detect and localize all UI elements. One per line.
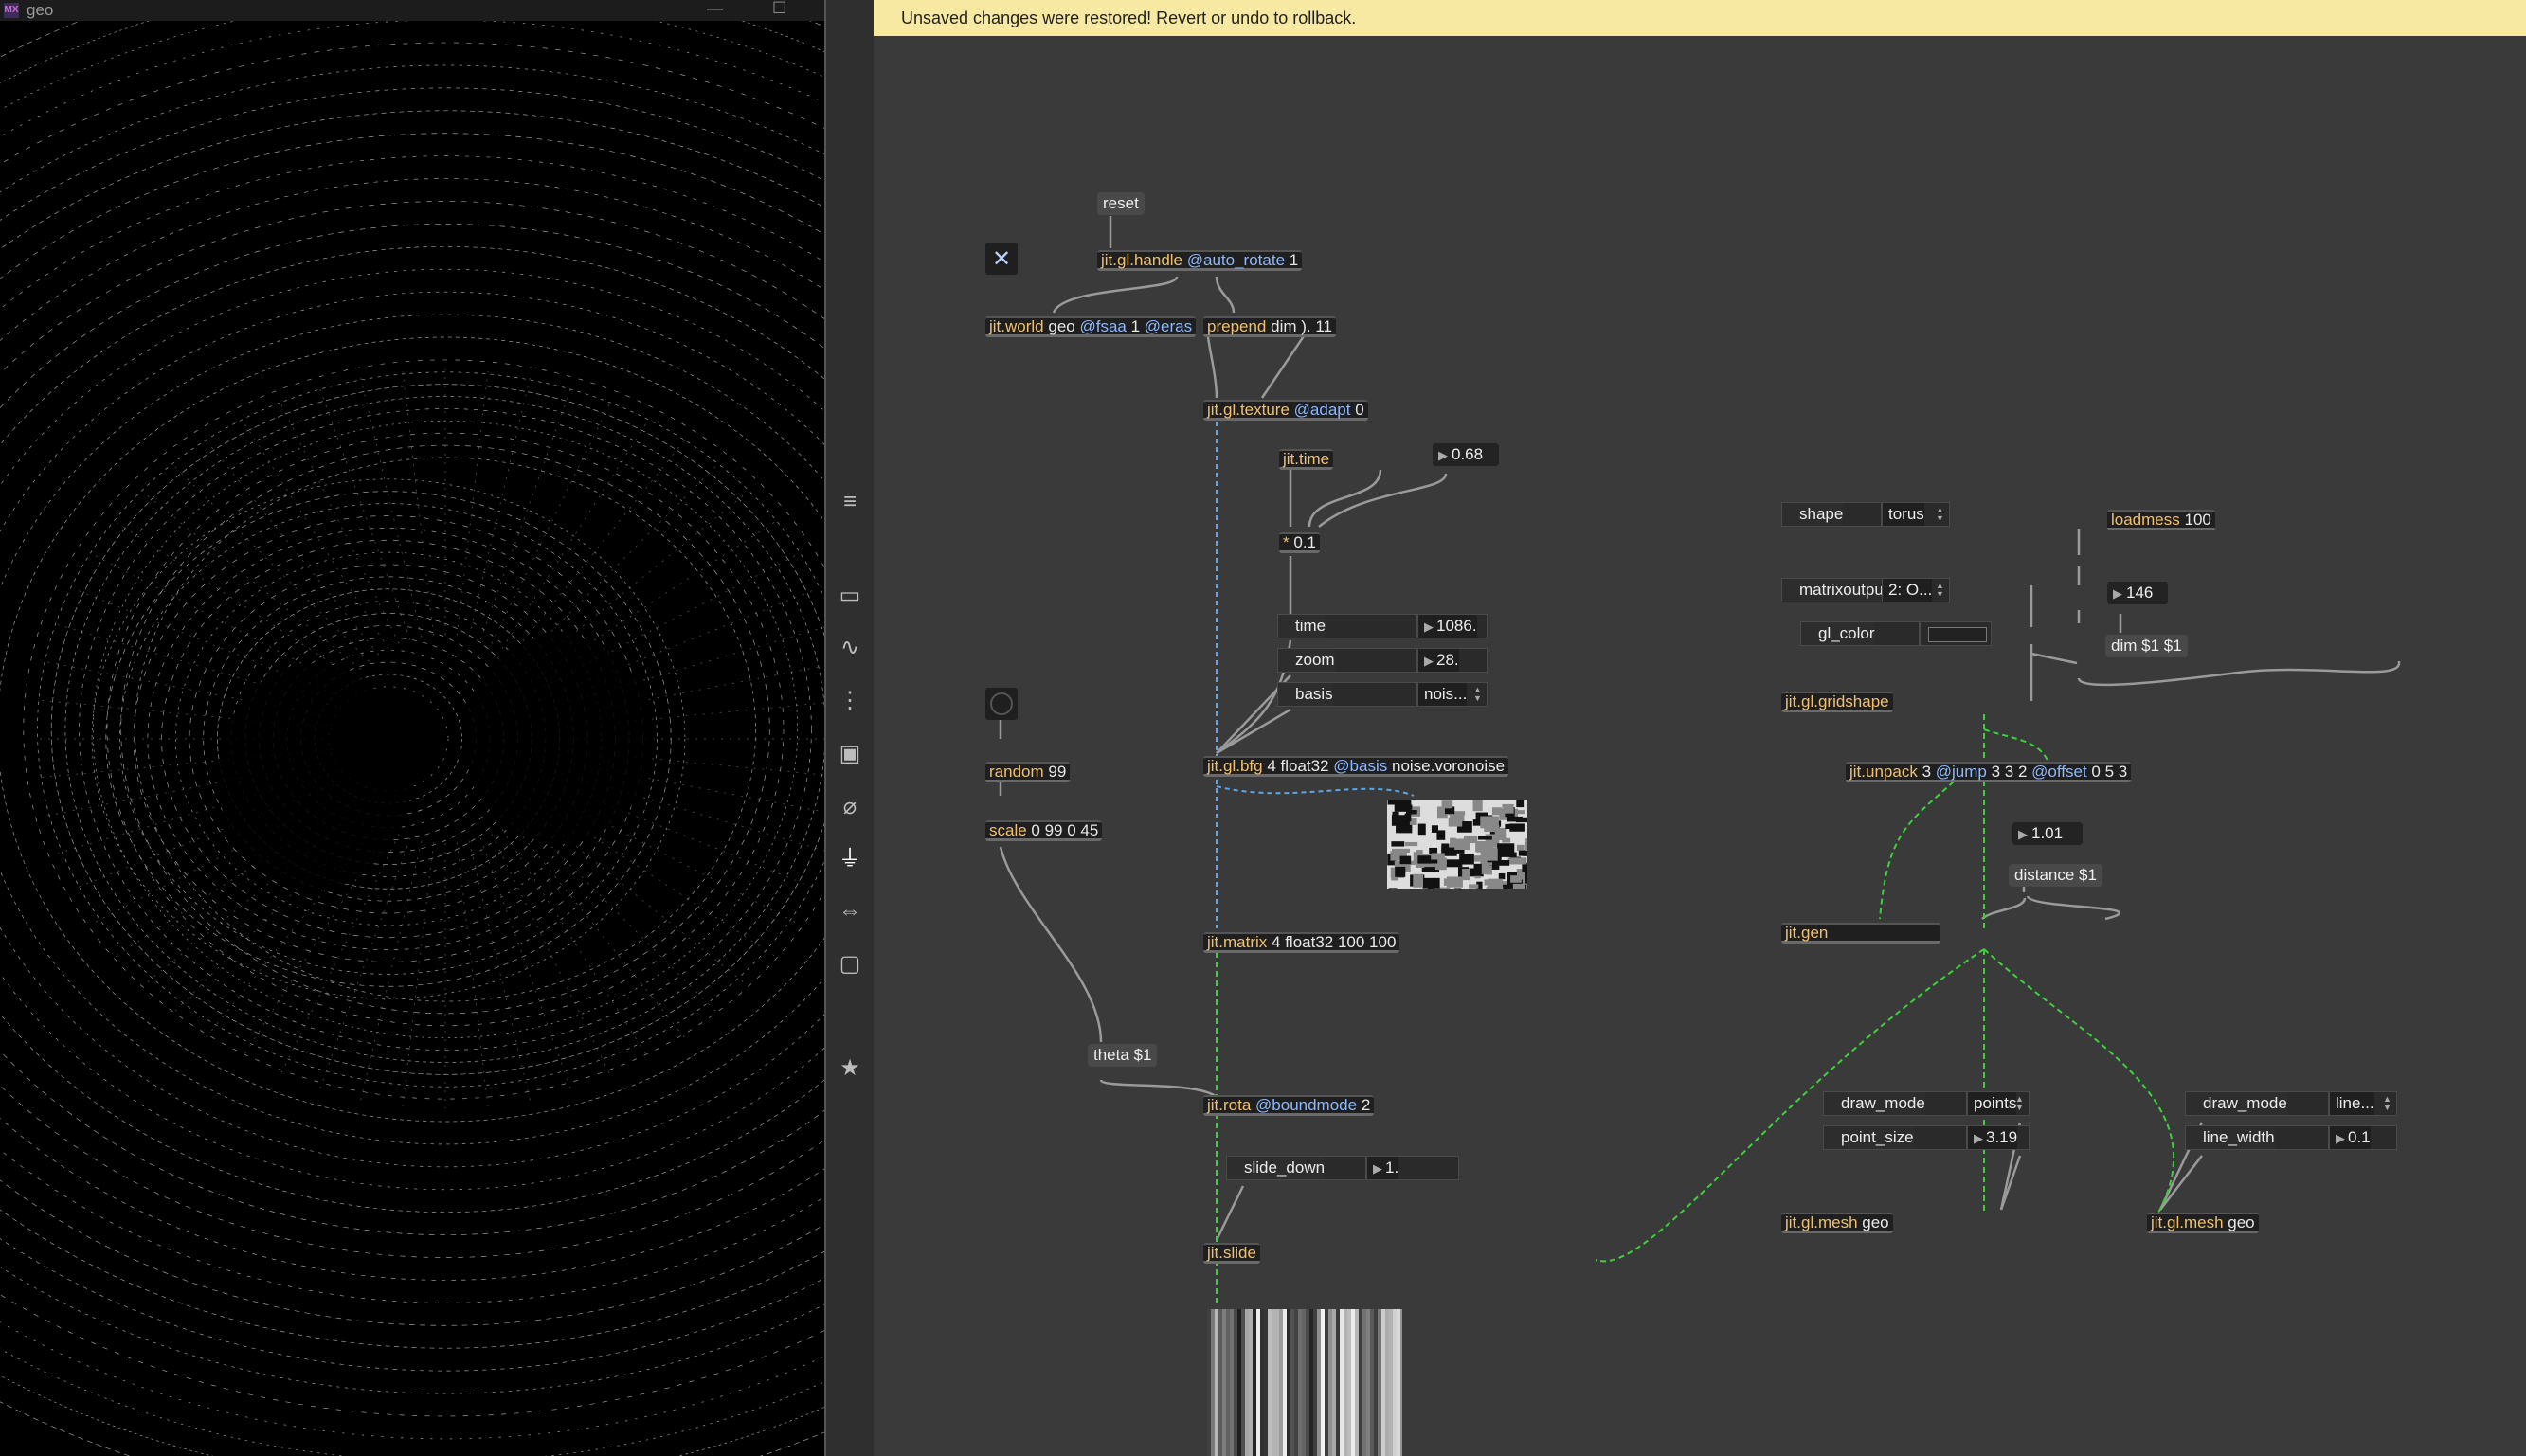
attrui-draw-mode-2[interactable]: ▲▼draw_mode bbox=[2185, 1091, 2329, 1116]
attrui-basis-value[interactable]: nois... ▲ ▼ bbox=[1417, 682, 1488, 707]
attrui-draw-mode-2-value[interactable]: line... ▲ ▼ bbox=[2329, 1091, 2397, 1116]
attrui-line-width-value[interactable]: ▶ 0.1 bbox=[2329, 1125, 2397, 1150]
color-swatch bbox=[1928, 627, 1987, 642]
attrui-slide-down-value[interactable]: ▶ 1. bbox=[1366, 1156, 1459, 1180]
jit-time-object[interactable]: jit.time bbox=[1279, 449, 1334, 470]
patch-cables bbox=[999, 216, 2401, 1307]
attrui-basis[interactable]: ▲▼basis bbox=[1277, 682, 1417, 707]
plug-icon[interactable]: ⏚ bbox=[837, 846, 863, 872]
distance-message[interactable]: distance $1 bbox=[2009, 864, 2102, 887]
jit-gl-mesh-lines-object[interactable]: jit.gl.mesh geo bbox=[2147, 1213, 2259, 1233]
reset-message[interactable]: reset bbox=[1097, 192, 1145, 215]
jit-gl-texture-object[interactable]: jit.gl.texture @adapt 0 bbox=[1203, 400, 1368, 421]
maximize-button[interactable]: ☐ bbox=[772, 0, 786, 18]
attrui-gl-color[interactable]: ▲▼gl_color bbox=[1800, 621, 1920, 646]
jit-slide-object[interactable]: jit.slide bbox=[1203, 1243, 1260, 1264]
star-icon[interactable]: ★ bbox=[837, 1055, 863, 1082]
jit-gen-object[interactable]: jit.gen bbox=[1781, 923, 1940, 944]
bang-circle-icon bbox=[990, 692, 1013, 715]
attrui-time-value[interactable]: ▶ 1086. bbox=[1417, 614, 1488, 638]
menu-icon[interactable]: ≡ bbox=[837, 489, 863, 515]
patcher-left-toolbar: ≡ ▭ ∿ ⋮ ▣ ⌀ ⏚ ⇔ ▢ ★ bbox=[826, 0, 874, 1456]
distance-number-box[interactable]: ▶ 1.01 bbox=[2012, 822, 2083, 845]
snapshot-icon[interactable]: ▢ bbox=[837, 951, 863, 978]
loadmess-object[interactable]: loadmess 100 bbox=[2107, 510, 2215, 530]
attrui-zoom-value[interactable]: ▶ 28. bbox=[1417, 648, 1488, 673]
patcher-canvas[interactable]: Unsaved changes were restored! Revert or… bbox=[874, 0, 2526, 1456]
jit-gl-handle-object[interactable]: jit.gl.handle @auto_rotate 1 bbox=[1097, 250, 1303, 271]
attrui-shape-value[interactable]: torus ▲ ▼ bbox=[1882, 502, 1950, 527]
attrui-matrixoutput-value[interactable]: 2: O... ▲ ▼ bbox=[1882, 578, 1950, 602]
jit-gl-bfg-object[interactable]: jit.gl.bfg 4 float32 @basis noise.vorono… bbox=[1203, 756, 1509, 777]
attrui-matrixoutput[interactable]: ▲▼matrixoutput bbox=[1781, 578, 1888, 602]
theta-message[interactable]: theta $1 bbox=[1088, 1044, 1158, 1067]
attrui-zoom[interactable]: ▲▼zoom bbox=[1277, 648, 1417, 673]
minimize-button[interactable]: — bbox=[707, 0, 723, 18]
bfg-preview bbox=[1387, 800, 1527, 889]
dim-number-box[interactable]: ▶ 146 bbox=[2107, 582, 2168, 604]
attrui-point-size-value[interactable]: ▶ 3.19 bbox=[1967, 1125, 2030, 1150]
render-window-title: geo bbox=[27, 1, 54, 19]
audio-icon[interactable]: ∿ bbox=[837, 635, 863, 661]
image-icon[interactable]: ▣ bbox=[837, 741, 863, 767]
jit-gl-gridshape-object[interactable]: jit.gl.gridshape bbox=[1781, 692, 1893, 712]
speed-number-box[interactable]: ▶ 0.68 bbox=[1433, 443, 1499, 466]
jit-unpack-object[interactable]: jit.unpack 3 @jump 3 3 2 @offset 0 5 3 bbox=[1846, 762, 2132, 782]
attrui-draw-mode-1[interactable]: ▲▼draw_mode bbox=[1823, 1091, 1967, 1116]
max-app-icon: MX bbox=[4, 3, 19, 18]
render-window: MX geo — ☐ bbox=[0, 0, 824, 1456]
toggle-render[interactable]: ✕ bbox=[985, 243, 1018, 275]
render-canvas bbox=[0, 0, 824, 1456]
attrui-shape[interactable]: ▲▼shape bbox=[1781, 502, 1882, 527]
clip-icon[interactable]: ⌀ bbox=[837, 794, 863, 820]
attrui-time[interactable]: ▲▼time bbox=[1277, 614, 1417, 638]
attrui-line-width[interactable]: ▲▼line_width bbox=[2185, 1125, 2329, 1150]
jit-world-object[interactable]: jit.world geo @fsaa 1 @eras bbox=[985, 316, 1197, 337]
jit-matrix-object[interactable]: jit.matrix 4 float32 100 100 bbox=[1203, 932, 1400, 953]
jit-gl-mesh-points-object[interactable]: jit.gl.mesh geo bbox=[1781, 1213, 1893, 1233]
attrui-draw-mode-1-value[interactable]: points ▲ ▼ bbox=[1967, 1091, 2030, 1116]
scale-object[interactable]: scale 0 99 0 45 bbox=[985, 820, 1103, 841]
render-window-titlebar[interactable]: MX geo — ☐ bbox=[0, 0, 824, 21]
dim-message[interactable]: dim $1 $1 bbox=[2105, 635, 2188, 657]
attrui-slide-down[interactable]: ▲▼slide_down bbox=[1226, 1156, 1366, 1180]
package-icon[interactable]: ⇔ bbox=[837, 898, 863, 925]
display-icon[interactable]: ▭ bbox=[837, 583, 863, 609]
jit-rota-object[interactable]: jit.rota @boundmode 2 bbox=[1203, 1095, 1375, 1116]
attrui-point-size[interactable]: ▲▼point_size bbox=[1823, 1125, 1967, 1150]
multiply-object[interactable]: * 0.1 bbox=[1279, 532, 1320, 553]
prepend-object[interactable]: prepend dim ). 11 bbox=[1203, 316, 1336, 337]
gl-color-swatch[interactable] bbox=[1920, 621, 1992, 646]
random-object[interactable]: random 99 bbox=[985, 762, 1071, 782]
matrix-preview bbox=[1207, 1309, 1402, 1456]
toggle-x-icon: ✕ bbox=[992, 246, 1012, 272]
midi-icon[interactable]: ⋮ bbox=[837, 688, 863, 714]
bang-button[interactable] bbox=[985, 688, 1018, 720]
